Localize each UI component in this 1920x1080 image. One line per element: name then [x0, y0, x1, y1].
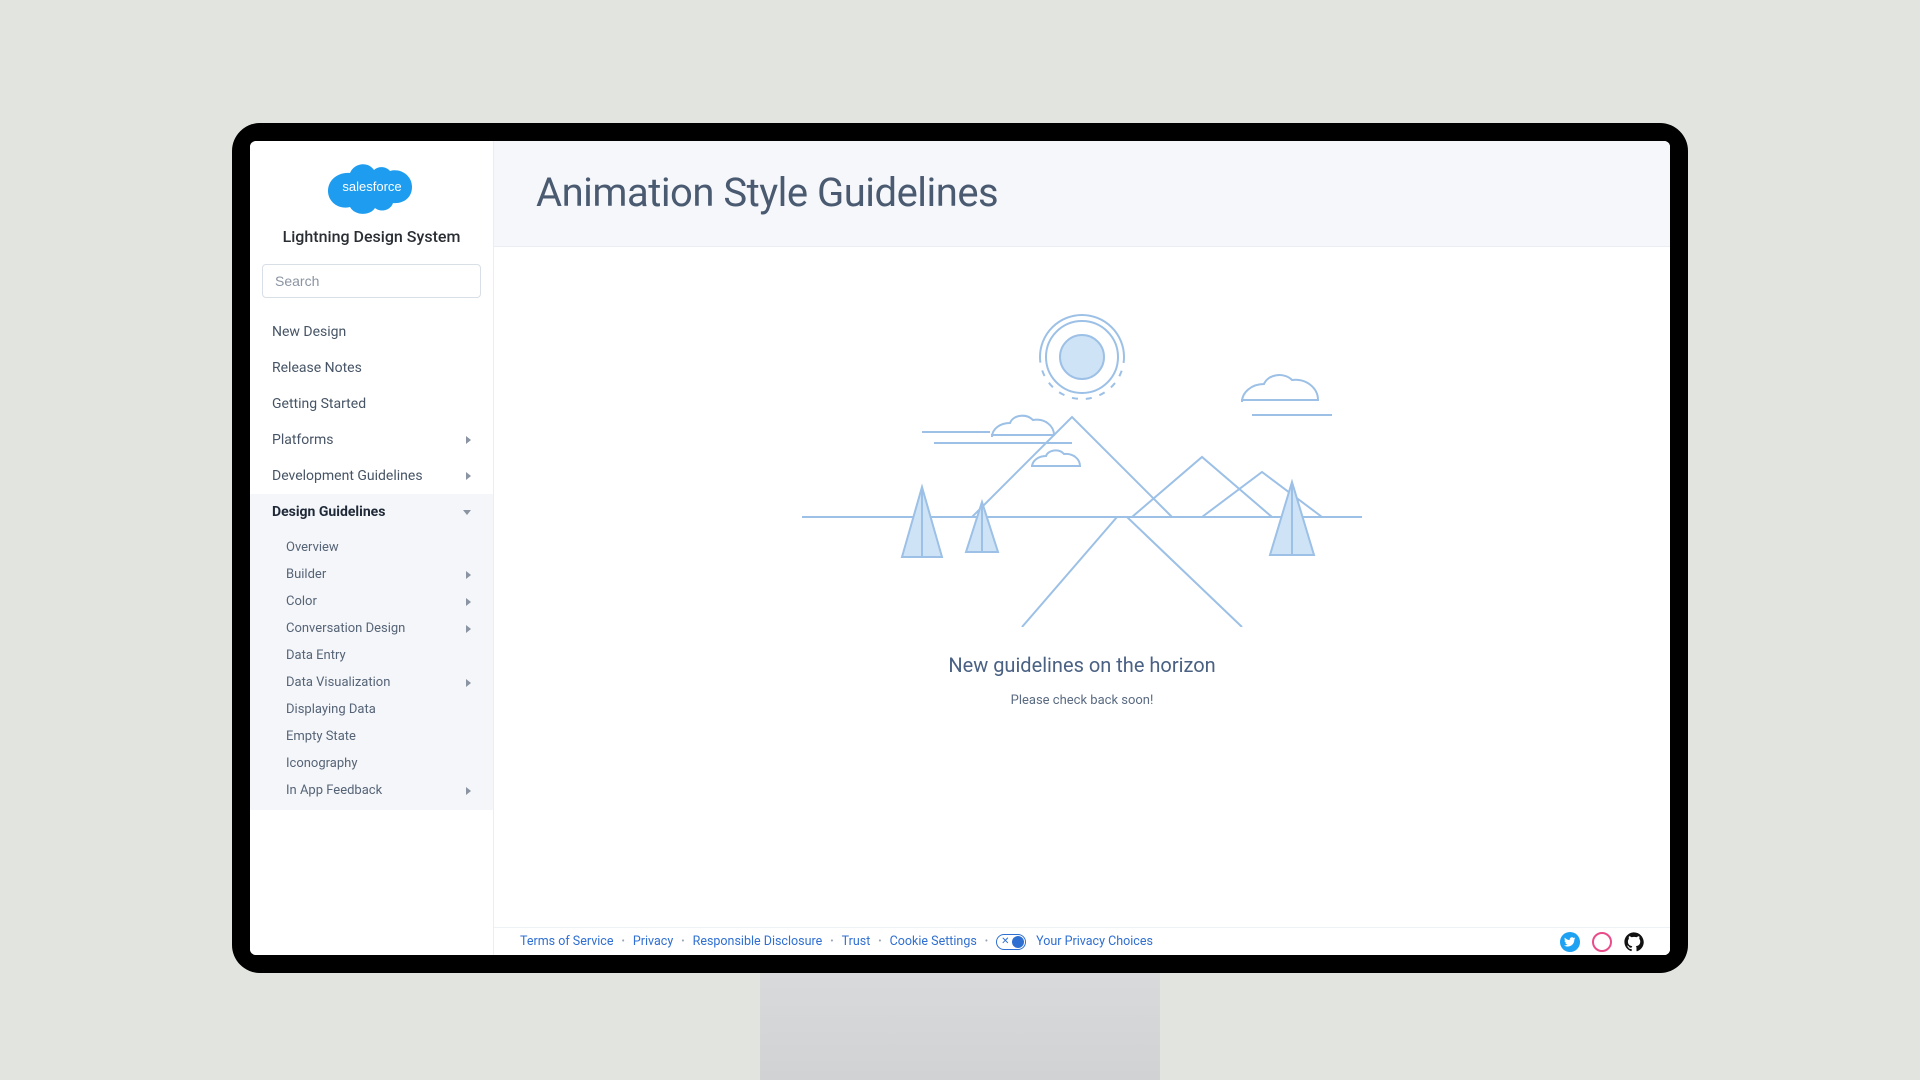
footer-link-disclosure[interactable]: Responsible Disclosure [693, 934, 823, 949]
sidebar-item-release-notes[interactable]: Release Notes [250, 350, 493, 386]
sub-item-data-entry[interactable]: Data Entry [250, 642, 493, 669]
sub-item-label: Empty State [286, 729, 356, 744]
chevron-right-icon [466, 472, 471, 480]
sidebar-item-platforms[interactable]: Platforms [250, 422, 493, 458]
footer: Terms of Service • Privacy • Responsible D… [494, 927, 1670, 955]
monitor-frame: salesforce Lightning Design System New D… [232, 123, 1688, 973]
sidebar-nav: New Design Release Notes Getting Started… [250, 308, 493, 810]
sub-item-iconography[interactable]: Iconography [250, 750, 493, 777]
horizon-illustration-icon [772, 287, 1392, 627]
sub-item-label: In App Feedback [286, 783, 382, 798]
sub-item-label: Builder [286, 567, 326, 582]
chevron-right-icon [466, 787, 471, 795]
sub-item-label: Displaying Data [286, 702, 376, 717]
separator-dot-icon: • [619, 936, 626, 947]
sub-item-label: Overview [286, 540, 339, 555]
separator-dot-icon: • [983, 936, 990, 947]
sub-item-label: Iconography [286, 756, 357, 771]
separator-dot-icon: • [679, 936, 686, 947]
empty-state: New guidelines on the horizon Please che… [494, 247, 1670, 955]
sidebar-item-getting-started[interactable]: Getting Started [250, 386, 493, 422]
chevron-right-icon [466, 598, 471, 606]
footer-link-privacy-choices[interactable]: Your Privacy Choices [1036, 934, 1153, 949]
salesforce-cloud-logo-icon: salesforce [326, 155, 418, 221]
sidebar-item-development-guidelines[interactable]: Development Guidelines [250, 458, 493, 494]
svg-text:salesforce: salesforce [342, 179, 401, 194]
sub-item-builder[interactable]: Builder [250, 561, 493, 588]
footer-link-privacy[interactable]: Privacy [633, 934, 673, 949]
dribbble-icon[interactable] [1592, 932, 1612, 952]
sidebar: salesforce Lightning Design System New D… [250, 141, 494, 955]
search-input[interactable] [262, 264, 481, 298]
sidebar-item-label: Design Guidelines [272, 504, 385, 520]
empty-state-subtitle: Please check back soon! [1011, 693, 1154, 708]
sidebar-item-design-guidelines[interactable]: Design Guidelines [250, 494, 493, 530]
brand-subtitle: Lightning Design System [260, 227, 483, 246]
brand-block: salesforce Lightning Design System [250, 141, 493, 254]
sidebar-item-label: New Design [272, 324, 346, 340]
separator-dot-icon: • [828, 936, 835, 947]
footer-link-trust[interactable]: Trust [842, 934, 871, 949]
main-content: Animation Style Guidelines [494, 141, 1670, 955]
sub-item-overview[interactable]: Overview [250, 534, 493, 561]
sidebar-item-label: Platforms [272, 432, 334, 448]
footer-link-terms[interactable]: Terms of Service [520, 934, 613, 949]
monitor-stand [760, 970, 1160, 1080]
page-header: Animation Style Guidelines [494, 141, 1670, 247]
privacy-toggle-icon: ✕ [996, 934, 1026, 950]
page-title: Animation Style Guidelines [536, 169, 1628, 216]
twitter-icon[interactable] [1560, 932, 1580, 952]
sub-item-empty-state[interactable]: Empty State [250, 723, 493, 750]
empty-state-title: New guidelines on the horizon [948, 653, 1215, 677]
sidebar-item-label: Getting Started [272, 396, 366, 412]
sidebar-item-label: Development Guidelines [272, 468, 423, 484]
sidebar-item-new-design[interactable]: New Design [250, 314, 493, 350]
chevron-right-icon [466, 625, 471, 633]
sub-item-label: Data Visualization [286, 675, 390, 690]
sub-item-data-visualization[interactable]: Data Visualization [250, 669, 493, 696]
chevron-down-icon [463, 510, 471, 515]
search-wrap [250, 254, 493, 308]
sub-item-displaying-data[interactable]: Displaying Data [250, 696, 493, 723]
sub-item-label: Data Entry [286, 648, 346, 663]
sub-item-color[interactable]: Color [250, 588, 493, 615]
sub-item-label: Color [286, 594, 317, 609]
screen: salesforce Lightning Design System New D… [250, 141, 1670, 955]
sub-item-in-app-feedback[interactable]: In App Feedback [250, 777, 493, 804]
sidebar-sublist-design-guidelines: Overview Builder Color Conversation Desi… [250, 530, 493, 810]
sidebar-item-label: Release Notes [272, 360, 362, 376]
chevron-right-icon [466, 436, 471, 444]
separator-dot-icon: • [876, 936, 883, 947]
footer-links: Terms of Service • Privacy • Responsible D… [520, 934, 1560, 950]
chevron-right-icon [466, 571, 471, 579]
sub-item-conversation-design[interactable]: Conversation Design [250, 615, 493, 642]
chevron-right-icon [466, 679, 471, 687]
github-icon[interactable] [1624, 932, 1644, 952]
sub-item-label: Conversation Design [286, 621, 405, 636]
footer-social [1560, 932, 1644, 952]
footer-link-cookie[interactable]: Cookie Settings [890, 934, 977, 949]
